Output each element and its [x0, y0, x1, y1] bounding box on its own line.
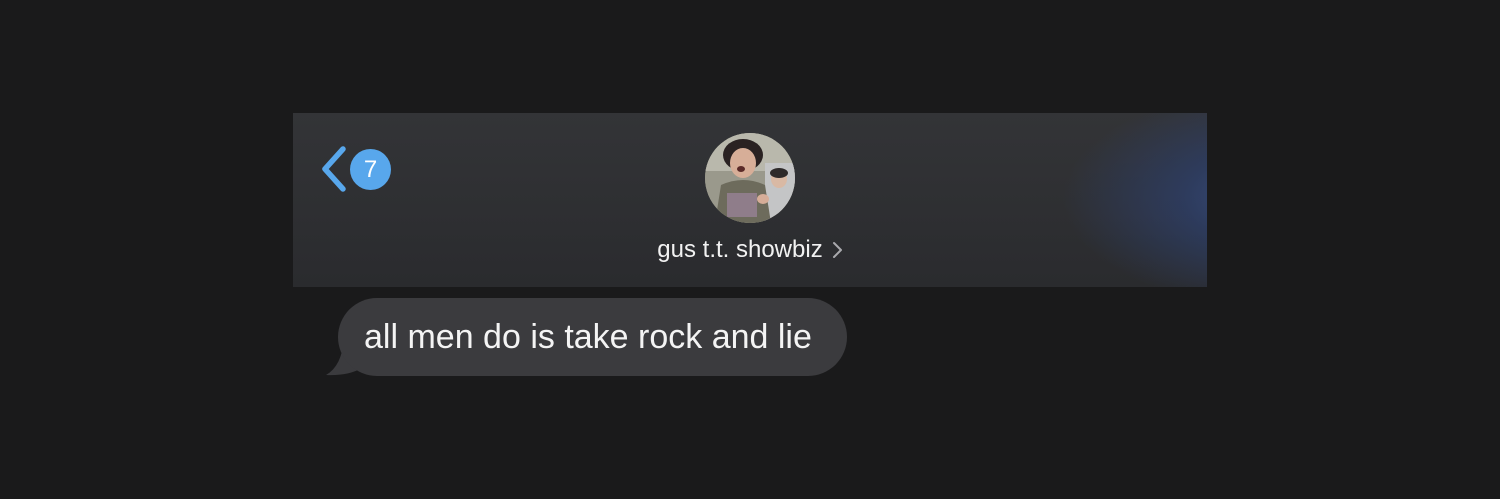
contact-avatar[interactable] [705, 133, 795, 223]
contact-info: gus t.t. showbiz [293, 113, 1207, 287]
message-bubble[interactable]: all men do is take rock and lie [338, 298, 847, 376]
contact-name-button[interactable]: gus t.t. showbiz [293, 233, 1207, 267]
message-received: all men do is take rock and lie [324, 298, 884, 378]
contact-name: gus t.t. showbiz [657, 236, 823, 263]
avatar-photo [705, 133, 795, 223]
conversation-header: 7 gus t.t. showbiz [293, 113, 1207, 287]
chevron-right-icon [832, 242, 842, 258]
